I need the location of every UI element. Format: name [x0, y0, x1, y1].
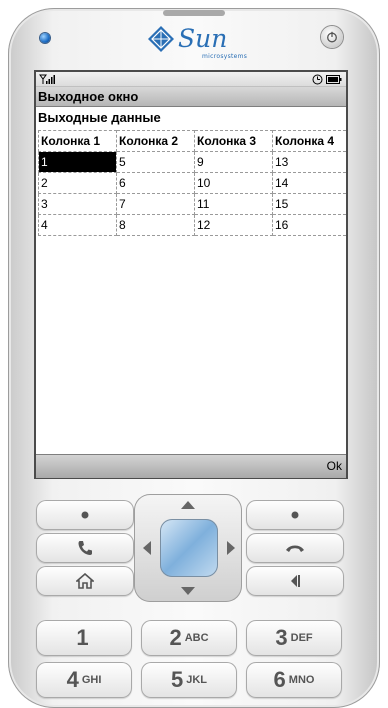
- table-cell[interactable]: 12: [194, 214, 273, 236]
- key-5[interactable]: 5 JKL: [141, 662, 237, 698]
- data-table: Колонка 1 Колонка 2 Колонка 3 Колонка 4 …: [38, 130, 346, 236]
- sun-logo: Sun microsystems: [148, 22, 247, 62]
- dpad-right-icon[interactable]: [226, 540, 236, 556]
- table-row: 4 8 12 16: [38, 214, 346, 236]
- table-cell[interactable]: 4: [38, 214, 117, 236]
- key-2[interactable]: 2 ABC: [141, 620, 237, 656]
- dpad-down-icon[interactable]: [180, 586, 196, 596]
- end-call-icon: [286, 545, 304, 552]
- table-cell[interactable]: 8: [116, 214, 195, 236]
- home-button[interactable]: [36, 566, 134, 596]
- battery-icon: [326, 75, 342, 84]
- status-bar: [36, 72, 346, 87]
- key-letters: MNO: [288, 674, 315, 686]
- brand-logo-text: Sun: [178, 24, 228, 53]
- key-letters: GHI: [81, 674, 102, 686]
- table-cell[interactable]: 14: [272, 172, 346, 194]
- dpad-left-icon[interactable]: [142, 540, 152, 556]
- home-icon: [76, 573, 94, 589]
- phone-screen: Выходное окно Выходные данные Колонка 1 …: [34, 70, 348, 479]
- key-number: 5: [170, 667, 184, 692]
- call-button[interactable]: [36, 533, 134, 563]
- key-number: 4: [66, 667, 79, 692]
- key-4[interactable]: 4 GHI: [36, 662, 132, 698]
- key-number: 1: [76, 625, 89, 650]
- table-cell[interactable]: 9: [194, 151, 273, 173]
- table-row: 1 5 9 13: [38, 151, 346, 173]
- key-number: 3: [275, 625, 288, 650]
- dot-icon: [81, 511, 89, 519]
- screen-content: Выходные данные Колонка 1 Колонка 2 Коло…: [36, 108, 346, 452]
- screen-title: Выходное окно: [36, 87, 346, 107]
- table-cell[interactable]: 2: [38, 172, 117, 194]
- power-icon: [327, 31, 337, 43]
- softkey-bar: Ok: [36, 454, 346, 478]
- dpad-up-icon[interactable]: [180, 500, 196, 510]
- table-row: 2 6 10 14: [38, 172, 346, 194]
- key-number: 2: [169, 625, 182, 650]
- ok-softkey[interactable]: Ok: [327, 455, 342, 478]
- key-3[interactable]: 3 DEF: [246, 620, 342, 656]
- back-button[interactable]: [246, 566, 344, 596]
- key-1[interactable]: 1: [36, 620, 132, 656]
- table-cell-selected[interactable]: 1: [38, 151, 117, 173]
- brand-sub-text: microsystems: [202, 53, 248, 60]
- table-cell[interactable]: 13: [272, 151, 346, 173]
- phone-emulator: Sun microsystems Выходное окно Выходные …: [0, 0, 388, 708]
- phone-call-icon: [78, 541, 92, 555]
- dot-icon: [291, 511, 299, 519]
- table-cell[interactable]: 5: [116, 151, 195, 173]
- table-cell[interactable]: 15: [272, 193, 346, 215]
- table-cell[interactable]: 10: [194, 172, 273, 194]
- table-cell[interactable]: 16: [272, 214, 346, 236]
- table-cell[interactable]: 11: [194, 193, 273, 215]
- clock-icon: [312, 74, 323, 85]
- column-header: Колонка 3: [194, 130, 273, 152]
- speaker-slot: [163, 10, 225, 16]
- key-letters: ABC: [184, 632, 209, 644]
- key-letters: DEF: [290, 632, 313, 644]
- column-header: Колонка 1: [38, 130, 117, 152]
- table-cell[interactable]: 6: [116, 172, 195, 194]
- dpad-select-button[interactable]: [160, 519, 218, 577]
- section-label: Выходные данные: [38, 110, 161, 125]
- right-softkey-button[interactable]: [246, 500, 344, 530]
- table-row: 3 7 11 15: [38, 193, 346, 215]
- table-cell[interactable]: 3: [38, 193, 117, 215]
- key-6[interactable]: 6 MNO: [246, 662, 342, 698]
- table-cell[interactable]: 7: [116, 193, 195, 215]
- power-button[interactable]: [321, 26, 343, 48]
- column-header: Колонка 2: [116, 130, 195, 152]
- key-letters: JKL: [186, 674, 208, 686]
- sun-diamond-icon: [148, 26, 174, 52]
- left-softkey-button[interactable]: [36, 500, 134, 530]
- end-call-button[interactable]: [246, 533, 344, 563]
- column-header: Колонка 4: [272, 130, 346, 152]
- key-number: 6: [273, 667, 286, 692]
- status-led-icon: [40, 33, 50, 43]
- signal-strength-icon: [39, 74, 55, 84]
- back-icon: [291, 575, 300, 587]
- table-header-row: Колонка 1 Колонка 2 Колонка 3 Колонка 4: [38, 130, 346, 152]
